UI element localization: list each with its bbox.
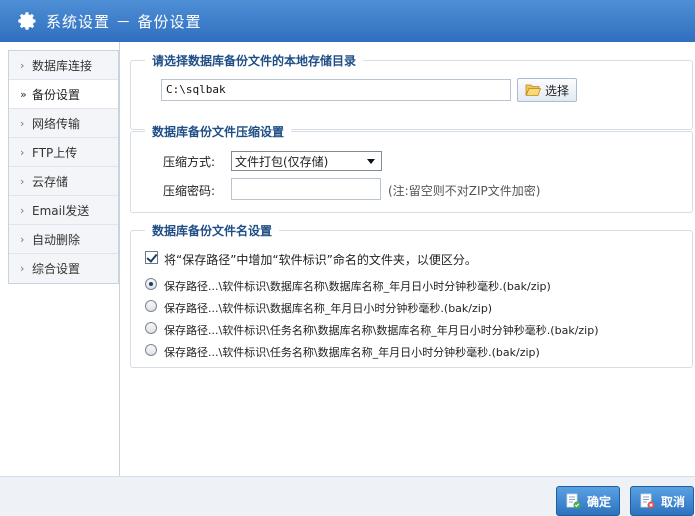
compression-password-label: 压缩密码:: [163, 184, 216, 198]
sidebar-item-label: 数据库连接: [32, 58, 93, 73]
sidebar-item-label: FTP上传: [32, 145, 78, 160]
storage-group-title: 请选择数据库备份文件的本地存储目录: [145, 52, 364, 69]
chevron-right-icon: ›: [20, 232, 25, 246]
compression-group-title: 数据库备份文件压缩设置: [145, 123, 292, 140]
chevron-right-icon: ›: [20, 203, 25, 217]
add-software-folder-checkbox[interactable]: [145, 251, 158, 264]
sidebar-item-network[interactable]: › 网络传输: [9, 109, 118, 138]
ok-button[interactable]: 确定: [556, 486, 620, 516]
select-folder-button[interactable]: 选择: [517, 78, 577, 102]
naming-option-label-4: 保存路径...\软件标识\任务名称\数据库名称_年月日小时分钟秒毫秒.(bak/…: [164, 346, 540, 359]
sidebar-item-label: Email发送: [32, 203, 90, 218]
storage-group: 请选择数据库备份文件的本地存储目录 C:\sqlbak 选择: [130, 52, 693, 130]
sidebar-item-label: 综合设置: [32, 262, 81, 276]
window-titlebar: 系统设置 － 备份设置: [0, 0, 695, 42]
naming-option-label-1: 保存路径...\软件标识\数据库名称\数据库名称_年月日小时分钟秒毫秒.(bak…: [164, 280, 551, 293]
chevron-right-icon: ›: [20, 116, 25, 130]
compression-method-label: 压缩方式:: [163, 155, 216, 169]
ok-button-label: 确定: [586, 494, 611, 509]
add-software-folder-label: 将“保存路径”中增加“软件标识”命名的文件夹，以便区分。: [164, 253, 477, 267]
sidebar-item-label: 网络传输: [32, 116, 81, 131]
sidebar-item-general[interactable]: › 综合设置: [9, 254, 118, 283]
password-hint: (注:留空则不对ZIP文件加密): [388, 184, 541, 198]
naming-option-radio-3[interactable]: [145, 322, 157, 334]
cancel-icon: [640, 493, 655, 509]
cancel-button[interactable]: 取消: [630, 486, 694, 516]
naming-option-label-2: 保存路径...\软件标识\数据库名称_年月日小时分钟秒毫秒.(bak/zip): [164, 302, 493, 315]
sidebar-item-label: 备份设置: [32, 87, 81, 102]
compression-password-input[interactable]: [231, 178, 381, 200]
chevron-right-icon: ›: [20, 174, 25, 188]
sidebar-item-label: 自动删除: [32, 232, 81, 247]
double-chevron-right-icon: »: [20, 87, 27, 101]
sidebar-item-ftp[interactable]: › FTP上传: [9, 138, 118, 167]
dropdown-arrow-icon: [367, 158, 375, 164]
confirm-icon: [566, 493, 581, 509]
sidebar-item-backup[interactable]: » 备份设置: [9, 80, 118, 109]
window-title: 系统设置 － 备份设置: [46, 12, 202, 31]
gear-icon: [18, 12, 36, 30]
sidebar-item-auto-delete[interactable]: › 自动删除: [9, 225, 118, 254]
sidebar-item-db-connection[interactable]: › 数据库连接: [9, 51, 118, 80]
naming-option-radio-1[interactable]: [145, 278, 157, 290]
sidebar-item-cloud[interactable]: › 云存储: [9, 167, 118, 196]
chevron-right-icon: ›: [20, 262, 25, 275]
cancel-button-label: 取消: [660, 494, 685, 509]
sidebar-item-email[interactable]: › Email发送: [9, 196, 118, 225]
naming-option-radio-4[interactable]: [145, 344, 157, 356]
compression-method-select[interactable]: 文件打包(仅存储): [231, 151, 382, 171]
naming-group-title: 数据库备份文件名设置: [145, 222, 280, 239]
compression-group: 数据库备份文件压缩设置 压缩方式: 文件打包(仅存储) 压缩密码: (注:留空则…: [130, 123, 693, 213]
select-button-label: 选择: [544, 83, 569, 98]
naming-option-label-3: 保存路径...\软件标识\任务名称\数据库名称\数据库名称_年月日小时分钟秒毫秒…: [164, 324, 599, 337]
naming-group: 数据库备份文件名设置 将“保存路径”中增加“软件标识”命名的文件夹，以便区分。 …: [130, 222, 693, 368]
chevron-right-icon: ›: [20, 58, 25, 72]
sidebar-item-label: 云存储: [32, 174, 69, 189]
naming-option-radio-2[interactable]: [145, 300, 157, 312]
chevron-right-icon: ›: [20, 145, 25, 159]
dialog-footer: 确定 取消: [0, 476, 695, 516]
compression-method-value: 文件打包(仅存储): [235, 154, 329, 169]
storage-path-input[interactable]: C:\sqlbak: [161, 79, 511, 101]
settings-sidebar: › 数据库连接 » 备份设置 › 网络传输 › FTP上传 › 云存储 › Em…: [8, 50, 119, 284]
main-panel: 请选择数据库备份文件的本地存储目录 C:\sqlbak 选择 数据库备份文件压缩…: [119, 42, 695, 476]
folder-open-icon: [525, 84, 541, 96]
